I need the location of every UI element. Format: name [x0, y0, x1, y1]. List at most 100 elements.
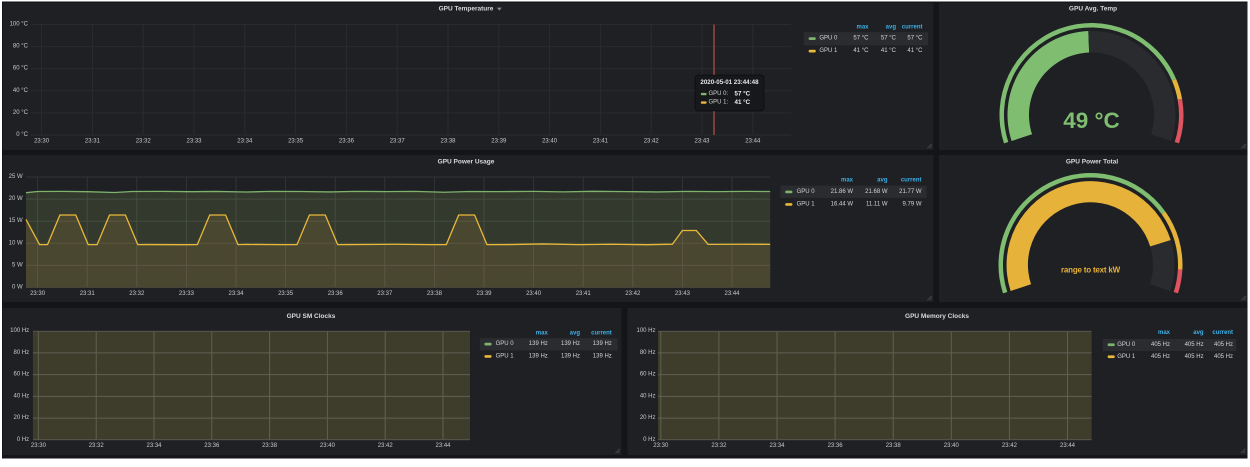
svg-text:23:32: 23:32	[129, 291, 145, 297]
svg-text:405 Hz: 405 Hz	[1151, 354, 1170, 360]
svg-text:139 Hz: 139 Hz	[593, 354, 612, 360]
svg-text:21.77 W: 21.77 W	[899, 189, 922, 195]
svg-text:current: current	[1212, 330, 1233, 336]
svg-text:23:31: 23:31	[85, 138, 101, 144]
svg-text:405 Hz: 405 Hz	[1185, 342, 1204, 348]
svg-text:GPU Avg. Temp: GPU Avg. Temp	[1069, 6, 1117, 13]
svg-text:current: current	[902, 25, 923, 31]
svg-text:23:38: 23:38	[440, 138, 456, 144]
svg-text:100 Hz: 100 Hz	[636, 328, 655, 334]
svg-text:23:40: 23:40	[320, 443, 336, 449]
svg-text:23:30: 23:30	[653, 443, 669, 449]
svg-text:avg: avg	[877, 177, 888, 183]
svg-text:23:44: 23:44	[435, 443, 451, 449]
svg-text:25 W: 25 W	[9, 174, 23, 180]
svg-text:23:30: 23:30	[30, 291, 46, 297]
svg-text:avg: avg	[570, 331, 581, 337]
svg-text:0 °C: 0 °C	[16, 132, 28, 138]
svg-text:GPU 1: GPU 1	[496, 354, 515, 360]
svg-text:23:36: 23:36	[339, 138, 355, 144]
svg-text:40 Hz: 40 Hz	[14, 393, 30, 399]
svg-text:current: current	[591, 331, 612, 337]
svg-text:23:36: 23:36	[204, 443, 220, 449]
svg-text:GPU 1: GPU 1	[819, 48, 838, 54]
svg-text:avg: avg	[1193, 330, 1204, 336]
svg-text:23:34: 23:34	[228, 291, 244, 297]
svg-text:GPU Power Total: GPU Power Total	[1066, 159, 1118, 166]
svg-text:41 °C: 41 °C	[881, 48, 897, 54]
svg-text:23:44: 23:44	[1060, 443, 1076, 449]
svg-text:60 °C: 60 °C	[13, 66, 29, 72]
svg-text:23:34: 23:34	[237, 138, 253, 144]
svg-text:23:40: 23:40	[542, 138, 558, 144]
svg-text:23:42: 23:42	[625, 291, 641, 297]
svg-text:60 Hz: 60 Hz	[640, 372, 656, 378]
svg-text:23:30: 23:30	[31, 443, 47, 449]
svg-text:23:44: 23:44	[724, 291, 740, 297]
svg-text:23:30: 23:30	[34, 138, 50, 144]
svg-text:11.11 W: 11.11 W	[866, 202, 888, 208]
svg-text:139 Hz: 139 Hz	[529, 354, 548, 360]
svg-text:23:36: 23:36	[328, 291, 344, 297]
svg-text:20 °C: 20 °C	[13, 110, 29, 116]
svg-text:80 Hz: 80 Hz	[14, 350, 30, 356]
svg-text:GPU 1: GPU 1	[1117, 354, 1136, 360]
svg-text:80 Hz: 80 Hz	[640, 350, 656, 356]
svg-text:23:40: 23:40	[944, 443, 960, 449]
svg-text:23:42: 23:42	[378, 443, 394, 449]
svg-text:23:41: 23:41	[576, 291, 592, 297]
svg-text:max: max	[856, 25, 869, 31]
svg-text:20 Hz: 20 Hz	[640, 415, 656, 421]
svg-text:57 °C: 57 °C	[907, 36, 923, 42]
svg-text:139 Hz: 139 Hz	[561, 354, 580, 360]
svg-text:23:42: 23:42	[644, 138, 660, 144]
svg-text:23:41: 23:41	[593, 138, 609, 144]
svg-text:23:34: 23:34	[146, 443, 162, 449]
svg-text:23:35: 23:35	[278, 291, 294, 297]
svg-text:23:38: 23:38	[427, 291, 443, 297]
svg-text:GPU Power Usage: GPU Power Usage	[438, 159, 495, 166]
svg-text:100 °C: 100 °C	[10, 22, 29, 28]
svg-text:21.68 W: 21.68 W	[865, 189, 888, 195]
svg-text:GPU Memory Clocks: GPU Memory Clocks	[905, 313, 969, 320]
svg-text:max: max	[536, 331, 549, 337]
svg-text:23:43: 23:43	[675, 291, 691, 297]
svg-text:41 °C: 41 °C	[853, 48, 869, 54]
svg-text:GPU SM Clocks: GPU SM Clocks	[287, 313, 336, 320]
svg-text:405 Hz: 405 Hz	[1214, 354, 1233, 360]
svg-text:23:32: 23:32	[136, 138, 152, 144]
svg-text:GPU 1:: GPU 1:	[709, 100, 729, 106]
svg-text:23:43: 23:43	[694, 138, 710, 144]
svg-text:100 Hz: 100 Hz	[10, 328, 29, 334]
svg-text:23:40: 23:40	[526, 291, 542, 297]
svg-text:current: current	[901, 177, 922, 183]
svg-text:GPU 0:: GPU 0:	[709, 91, 729, 97]
svg-text:23:37: 23:37	[390, 138, 406, 144]
svg-text:40 °C: 40 °C	[13, 88, 29, 94]
svg-text:23:42: 23:42	[1002, 443, 1018, 449]
svg-text:20 W: 20 W	[9, 196, 23, 202]
svg-text:23:36: 23:36	[828, 443, 844, 449]
svg-text:9.79 W: 9.79 W	[902, 202, 921, 208]
svg-text:GPU 1: GPU 1	[797, 202, 816, 208]
svg-text:57 °C: 57 °C	[881, 36, 897, 42]
svg-text:GPU 0: GPU 0	[496, 341, 515, 347]
svg-text:GPU 0: GPU 0	[1117, 342, 1136, 348]
svg-text:max: max	[1158, 330, 1171, 336]
svg-text:139 Hz: 139 Hz	[593, 341, 612, 347]
svg-text:max: max	[841, 177, 854, 183]
svg-text:49 °C: 49 °C	[1063, 108, 1120, 133]
svg-text:15 W: 15 W	[9, 218, 23, 224]
svg-text:23:32: 23:32	[711, 443, 727, 449]
svg-text:405 Hz: 405 Hz	[1185, 354, 1204, 360]
svg-text:23:39: 23:39	[476, 291, 492, 297]
svg-text:80 °C: 80 °C	[13, 44, 29, 50]
svg-text:avg: avg	[886, 25, 897, 31]
svg-text:10 W: 10 W	[9, 240, 23, 246]
svg-text:GPU Temperature: GPU Temperature	[439, 6, 494, 13]
svg-text:139 Hz: 139 Hz	[529, 341, 548, 347]
svg-text:23:32: 23:32	[89, 443, 105, 449]
svg-text:23:34: 23:34	[769, 443, 785, 449]
svg-text:57 °C: 57 °C	[735, 91, 751, 98]
svg-text:23:38: 23:38	[262, 443, 278, 449]
